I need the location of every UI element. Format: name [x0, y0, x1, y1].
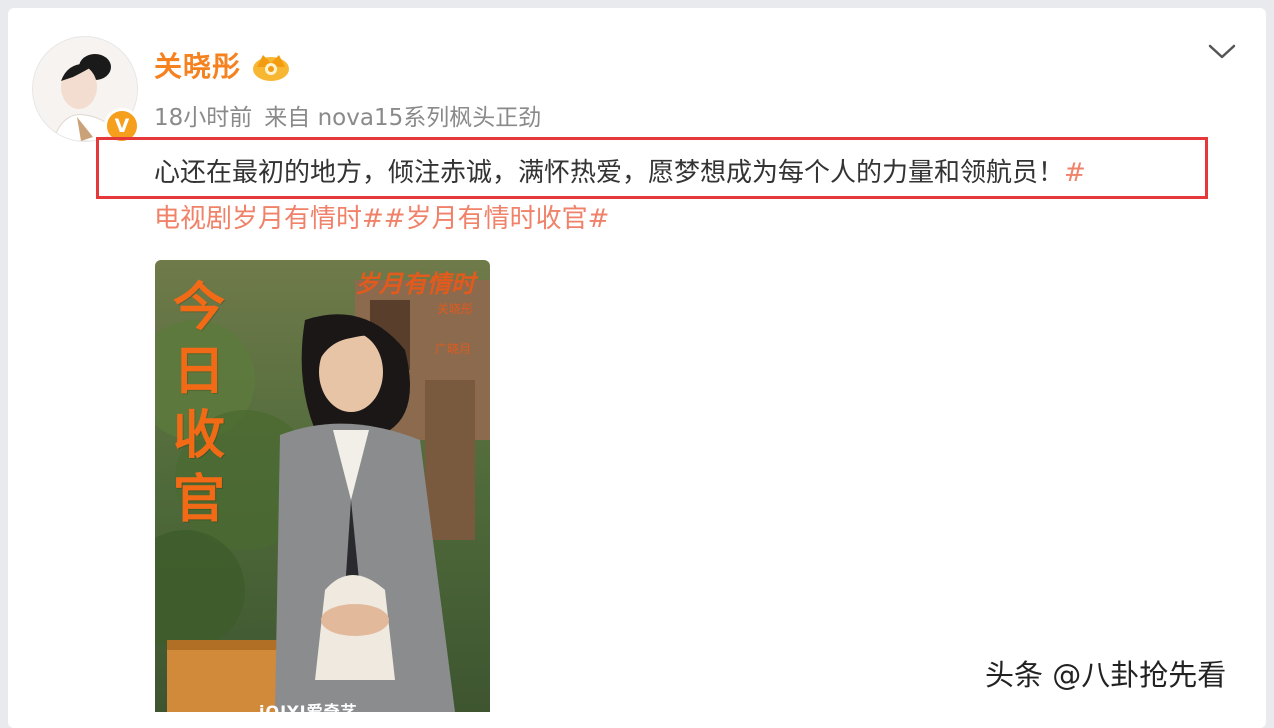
username[interactable]: 关晓彤 — [154, 45, 241, 85]
poster-vertical-text: 今日收官 — [172, 278, 225, 530]
poster-actor-1: 关晓彤 — [437, 302, 474, 316]
post-meta: 18小时前 来自 nova15系列枫头正劲 — [154, 98, 541, 132]
watermark: 头条 @八卦抢先看 — [985, 658, 1227, 692]
highlight-box — [96, 137, 1208, 199]
post-source[interactable]: 来自 nova15系列枫头正劲 — [264, 105, 541, 131]
hashtag-link[interactable]: 电视剧岁月有情时##岁月有情时收官# — [154, 198, 609, 235]
poster-title: 岁月有情时 — [355, 270, 475, 298]
post-time[interactable]: 18小时前 — [154, 105, 252, 131]
crown-icon[interactable] — [251, 49, 291, 83]
chevron-down-icon[interactable] — [1205, 38, 1239, 64]
poster-actor-2: 广晓月 — [435, 342, 472, 356]
post-image[interactable]: 今日收官 岁月有情时 关晓彤 广晓月 iQIYI爱奇艺 — [155, 260, 490, 712]
poster-logo: iQIYI爱奇艺 — [259, 702, 358, 712]
